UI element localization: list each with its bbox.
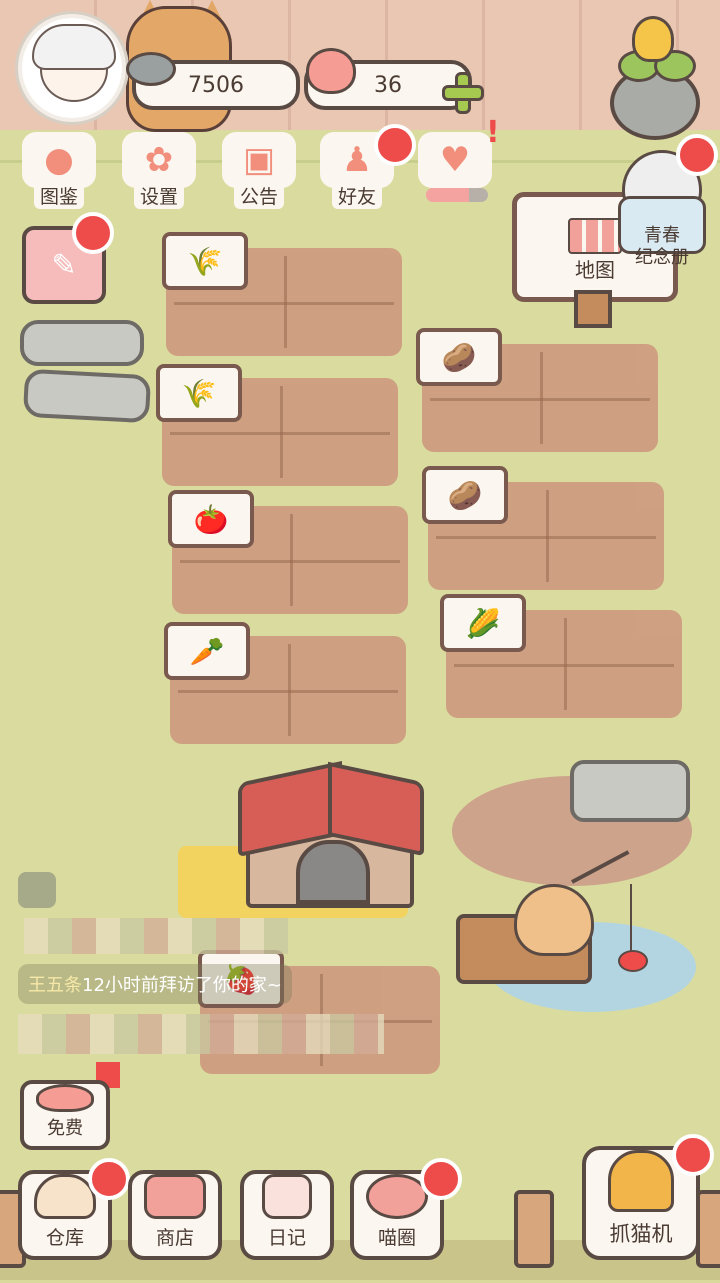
potato-icon: 🥔 [447, 478, 483, 512]
diary-label: 日记 [267, 1227, 306, 1249]
visitor-name: 王五条 [28, 975, 82, 996]
heart-icon [306, 48, 356, 94]
crop-sign-carrot[interactable]: 🥕 [164, 622, 250, 680]
fishing-line [630, 884, 632, 954]
free-label: 免费 [47, 1118, 83, 1139]
notebook-notification-dot [72, 212, 114, 254]
youth-album-button[interactable]: 青春 纪念册 [618, 196, 706, 268]
stone-slab [22, 368, 152, 424]
claw-machine-notification-dot [672, 1134, 714, 1176]
fish-icon [126, 52, 176, 86]
broken-heart-icon: ♥ [418, 132, 492, 188]
meow-circle-notification-dot [420, 1158, 462, 1200]
warehouse-notification-dot [88, 1158, 130, 1200]
announcement-button[interactable]: ▣ 公告 [218, 132, 300, 210]
shop-icon [144, 1174, 206, 1219]
shop-button[interactable]: 商店 [128, 1170, 222, 1260]
warehouse-label: 仓库 [45, 1227, 84, 1249]
settings-button[interactable]: ✿ 设置 [118, 132, 200, 210]
heart-count: 36 [374, 72, 402, 98]
stone-slab [20, 320, 144, 366]
visit-message: 王五条 12小时前拜访了你的家~ [18, 964, 292, 1004]
collection-label: 图鉴 [33, 182, 84, 209]
cat-house-door [296, 840, 370, 904]
friends-notification-dot [374, 124, 416, 166]
bun-icon [34, 1174, 96, 1219]
pixelated-message [18, 1014, 384, 1054]
player-avatar[interactable] [18, 14, 126, 122]
add-currency-button[interactable] [440, 70, 484, 114]
claw-machine-label: 抓猫机 [609, 1222, 673, 1246]
settings-label: 设置 [133, 182, 184, 209]
announcement-label: 公告 [233, 182, 284, 209]
wheat-icon: 🌾 [187, 244, 223, 278]
crop-sign-wheat[interactable]: 🌾 [162, 232, 248, 290]
fence-icon [568, 218, 622, 254]
avatar-hair [32, 24, 116, 70]
visit-text: 12小时前拜访了你的家~ [82, 975, 282, 996]
pixelated-message [24, 918, 288, 954]
shop-label: 商店 [155, 1227, 194, 1249]
diary-button[interactable]: 日记 [240, 1170, 334, 1260]
fishing-cat[interactable] [514, 884, 594, 956]
tomato-icon: 🍅 [193, 502, 229, 536]
activity-progress [426, 188, 488, 202]
cat-face-icon: ● [22, 132, 96, 188]
fishing-bobber [618, 950, 648, 972]
crop-sign-potato[interactable]: 🥔 [416, 328, 502, 386]
free-reward-button[interactable]: 免费 [20, 1080, 110, 1150]
stone-tub[interactable] [570, 760, 690, 822]
cat-face-icon [36, 1084, 94, 1112]
collection-button[interactable]: ● 图鉴 [18, 132, 100, 210]
wheat-icon: 🌾 [181, 376, 217, 410]
crop-sign-wheat[interactable]: 🌾 [156, 364, 242, 422]
gift-icon: ▣ [222, 132, 296, 188]
meow-circle-label: 喵圈 [377, 1227, 416, 1249]
youth-album-label: 青春 纪念册 [635, 225, 689, 268]
crop-sign-tomato[interactable]: 🍅 [168, 490, 254, 548]
crop-sign-corn[interactable]: 🌽 [440, 594, 526, 652]
potato-icon: 🥔 [441, 340, 477, 374]
youth-album-notification-dot [676, 134, 718, 176]
corn-icon: 🌽 [465, 606, 501, 640]
friends-label: 好友 [331, 182, 382, 209]
diary-icon [262, 1174, 312, 1219]
crop-sign-potato[interactable]: 🥔 [422, 466, 508, 524]
activity-progress-fill [426, 188, 470, 202]
activity-button[interactable]: ♥ [414, 132, 496, 188]
claw-icon [608, 1150, 674, 1212]
map-sign-post [574, 290, 612, 328]
gear-icon: ✿ [122, 132, 196, 188]
message-log-icon[interactable] [18, 872, 56, 908]
fence-post [514, 1190, 554, 1268]
carrot-icon: 🥕 [189, 634, 225, 668]
fish-count: 7506 [188, 72, 244, 98]
alert-icon: ! [486, 115, 500, 150]
planet-cat-icon [366, 1174, 428, 1219]
tulip-icon [632, 16, 674, 62]
